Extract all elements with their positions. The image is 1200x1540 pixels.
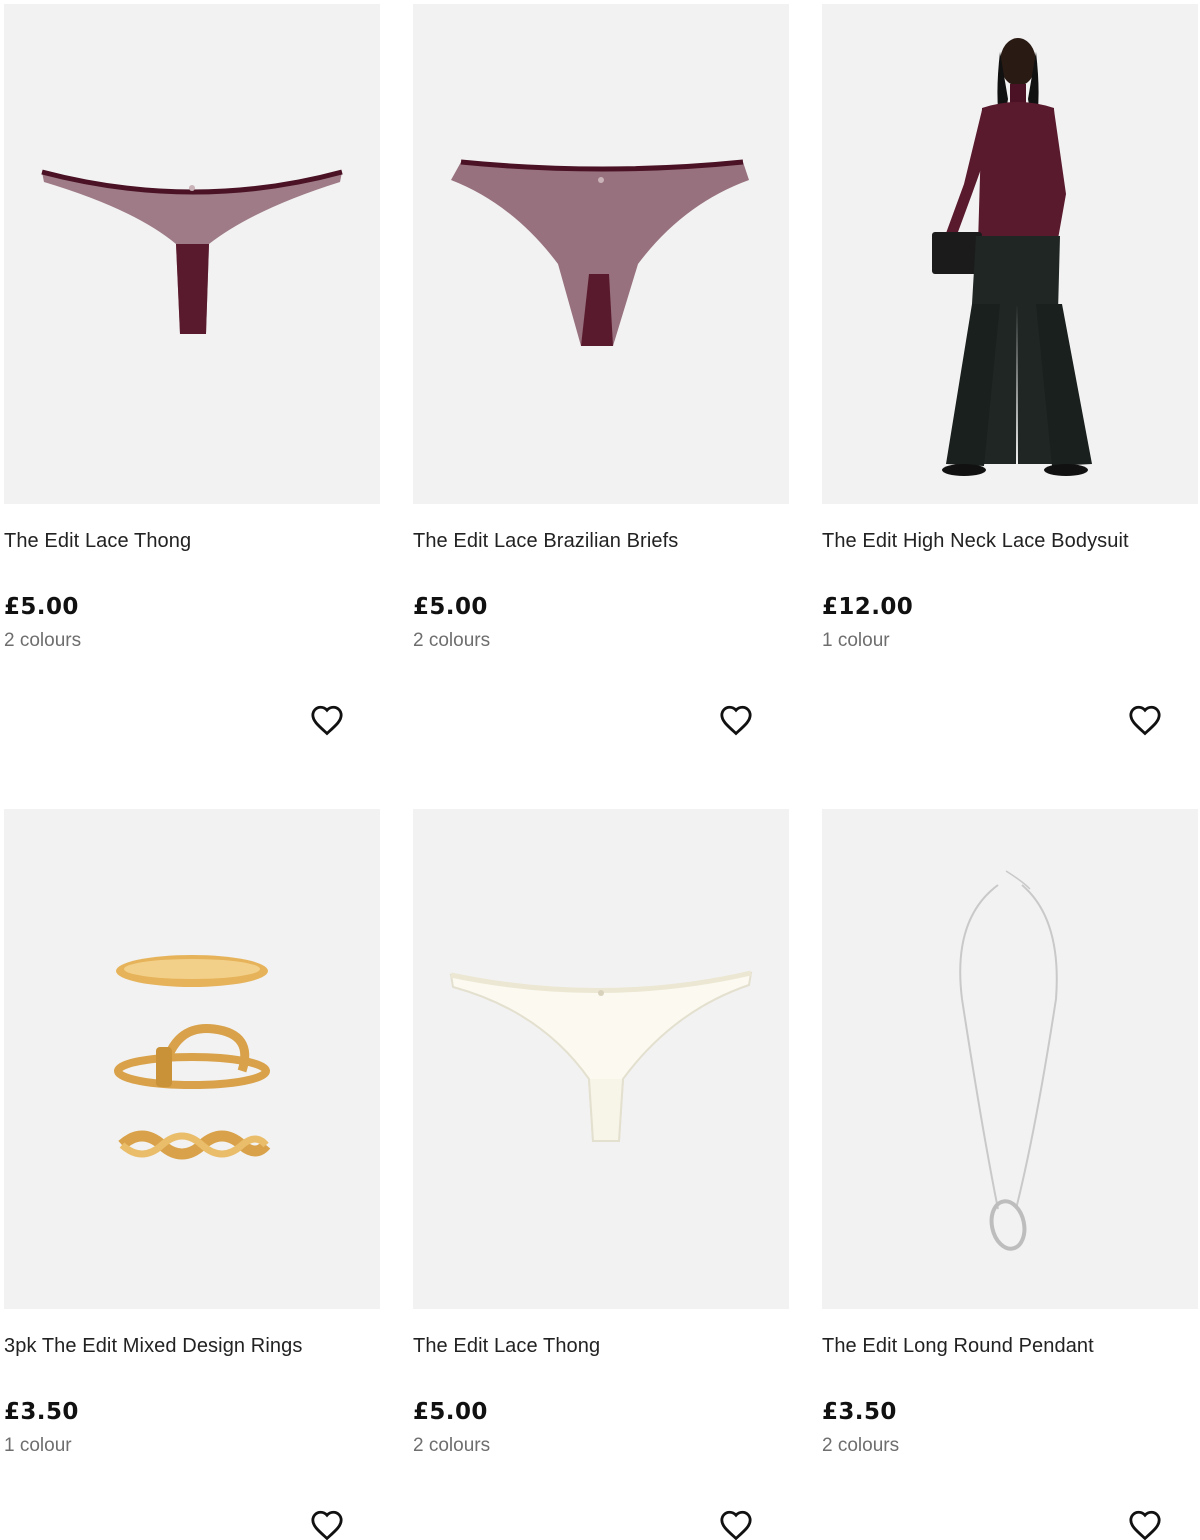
model-in-burgundy-bodysuit-image	[932, 38, 1092, 476]
wishlist-button[interactable]	[308, 1507, 346, 1540]
wishlist-button[interactable]	[1126, 1507, 1164, 1540]
wishlist-button[interactable]	[308, 702, 346, 738]
burgundy-lace-thong-image	[41, 169, 343, 334]
product-title[interactable]: The Edit Lace Thong	[4, 530, 191, 553]
product-title[interactable]: The Edit Lace Brazilian Briefs	[413, 530, 678, 553]
product-colours: 2 colours	[413, 630, 491, 651]
product-colours: 2 colours	[822, 1435, 900, 1456]
heart-outline-icon	[720, 1510, 752, 1540]
heart-outline-icon	[1129, 705, 1161, 736]
product-card[interactable]: The Edit Lace Thong £5.00 2 colours	[4, 4, 380, 736]
gold-rings-set-image	[114, 955, 271, 1160]
product-image[interactable]	[413, 809, 789, 1309]
product-colours: 1 colour	[4, 1435, 72, 1456]
burgundy-lace-brazilian-briefs-image	[451, 159, 749, 346]
product-price: £5.00	[413, 594, 488, 620]
product-image[interactable]	[822, 4, 1198, 504]
product-title[interactable]: The Edit Long Round Pendant	[822, 1335, 1094, 1358]
silver-long-pendant-image	[959, 870, 1058, 1251]
heart-outline-icon	[311, 705, 343, 736]
product-image[interactable]	[4, 809, 380, 1309]
wishlist-button[interactable]	[717, 1507, 755, 1540]
product-image[interactable]	[413, 4, 789, 504]
product-card[interactable]: The Edit High Neck Lace Bodysuit £12.00 …	[822, 4, 1198, 736]
product-price: £3.50	[822, 1399, 897, 1425]
heart-outline-icon	[1129, 1510, 1161, 1540]
wishlist-button[interactable]	[1126, 702, 1164, 738]
product-title[interactable]: 3pk The Edit Mixed Design Rings	[4, 1335, 302, 1358]
product-card[interactable]: The Edit Lace Thong £5.00 2 colours	[413, 809, 789, 1540]
product-price: £3.50	[4, 1399, 79, 1425]
product-card[interactable]: The Edit Long Round Pendant £3.50 2 colo…	[822, 809, 1198, 1540]
product-image[interactable]	[822, 809, 1198, 1309]
wishlist-button[interactable]	[717, 702, 755, 738]
product-card[interactable]: The Edit Lace Brazilian Briefs £5.00 2 c…	[413, 4, 789, 736]
heart-outline-icon	[311, 1510, 343, 1540]
ivory-lace-thong-image	[449, 970, 753, 1142]
product-colours: 1 colour	[822, 630, 890, 651]
product-price: £5.00	[4, 594, 79, 620]
product-colours: 2 colours	[413, 1435, 491, 1456]
product-price: £5.00	[413, 1399, 488, 1425]
product-colours: 2 colours	[4, 630, 82, 651]
product-grid: The Edit Lace Thong £5.00 2 colours The …	[0, 0, 1200, 1540]
product-image[interactable]	[4, 4, 380, 504]
product-price: £12.00	[822, 594, 914, 620]
product-title[interactable]: The Edit High Neck Lace Bodysuit	[822, 530, 1129, 553]
product-title[interactable]: The Edit Lace Thong	[413, 1335, 600, 1358]
heart-outline-icon	[720, 705, 752, 736]
product-card[interactable]: 3pk The Edit Mixed Design Rings £3.50 1 …	[4, 809, 380, 1540]
